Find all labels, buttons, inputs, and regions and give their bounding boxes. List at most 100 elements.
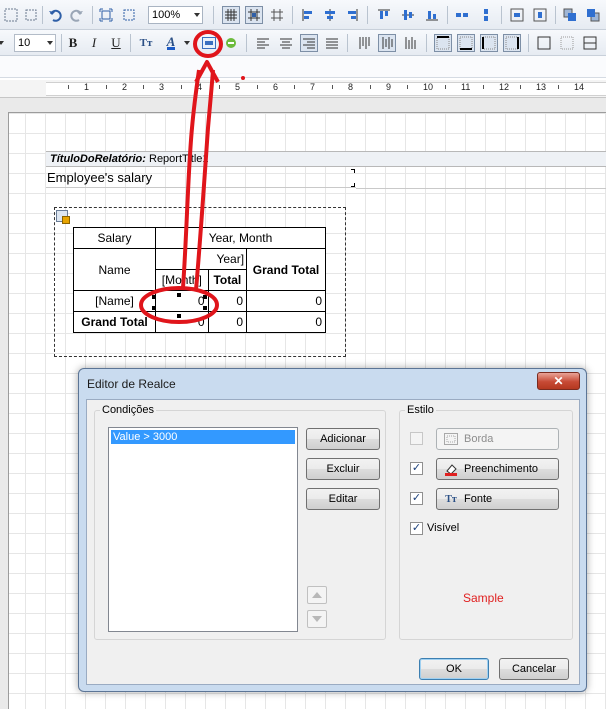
toolbar-format: 10 B I U Tт A [0, 30, 606, 56]
crosstab-table[interactable]: Salary Year, Month Name Year] Grand Tota… [73, 227, 326, 333]
highlight-editor-icon[interactable] [200, 34, 218, 52]
selection-handle[interactable] [152, 295, 156, 299]
move-down-button[interactable] [307, 610, 327, 628]
border-style-icon[interactable] [581, 34, 599, 52]
crosstab-data-cell[interactable]: 0 [207, 311, 248, 333]
font-button[interactable]: Tт Fonte [436, 488, 559, 510]
vertical-align-top-icon[interactable] [355, 34, 373, 52]
align-center-icon[interactable] [321, 6, 339, 24]
border-right-icon[interactable] [503, 34, 521, 52]
crosstab-month-cell[interactable]: [Month] [155, 269, 209, 291]
align-bottom-icon[interactable] [423, 6, 441, 24]
crosstab-corner-cell[interactable]: Salary [73, 227, 156, 249]
font-color-button[interactable]: A [162, 34, 180, 52]
cancel-button[interactable]: Cancelar [499, 658, 569, 680]
undo-icon[interactable] [46, 6, 64, 24]
ruler-tick [332, 85, 333, 89]
crosstab-year-cell[interactable]: Year] [154, 248, 248, 270]
condition-item[interactable]: Value > 3000 [111, 430, 295, 444]
crosstab-grand-total-header[interactable]: Grand Total [246, 248, 326, 291]
fit-grid-icon[interactable] [268, 6, 286, 24]
selection-handle[interactable] [203, 306, 207, 310]
center-horizontally-icon[interactable] [508, 6, 526, 24]
toolbar-empty-row [0, 56, 606, 78]
format-icon[interactable] [222, 34, 240, 52]
border-left-icon[interactable] [480, 34, 498, 52]
border-top-icon[interactable] [434, 34, 452, 52]
selection-handle[interactable] [177, 293, 181, 297]
text-align-right-icon[interactable] [300, 34, 318, 52]
crosstab-name-cell[interactable]: [Name] [73, 290, 156, 312]
border-button[interactable]: Borda [436, 428, 559, 450]
border-checkbox[interactable] [410, 432, 423, 445]
ruler-number: 10 [423, 82, 434, 92]
center-vertically-icon[interactable] [531, 6, 549, 24]
ruler-tick [219, 85, 220, 89]
ok-button[interactable]: OK [419, 658, 489, 680]
crosstab-data-cell[interactable]: 0 [207, 290, 248, 312]
crosstab-data-cell-selected[interactable]: 0 [155, 290, 209, 312]
fit-width-icon[interactable] [120, 6, 138, 24]
report-title-band-header[interactable]: TítuloDoRelatório: ReportTitle1 [46, 151, 606, 167]
font-name-dropdown-icon[interactable] [0, 34, 6, 52]
select-icon[interactable] [2, 6, 20, 24]
conditions-list[interactable]: Value > 3000 [108, 427, 298, 632]
border-all-icon[interactable] [535, 34, 553, 52]
edit-button[interactable]: Editar [306, 488, 380, 510]
fill-button[interactable]: Preenchimento [436, 458, 559, 480]
fill-checkbox[interactable]: ✓ [410, 462, 423, 475]
vertical-align-middle-icon[interactable] [378, 34, 396, 52]
font-size-combo[interactable]: 10 [14, 34, 56, 52]
selection-handle[interactable] [152, 306, 156, 310]
font-checkbox[interactable]: ✓ [410, 492, 423, 505]
move-up-button[interactable] [307, 586, 327, 604]
text-style-button[interactable]: Tт [137, 34, 155, 52]
send-to-back-icon[interactable] [584, 6, 602, 24]
crosstab-data-cell[interactable]: 0 [246, 311, 326, 333]
ruler-tick [407, 85, 408, 89]
zoom-combo[interactable]: 100% [148, 6, 203, 24]
separator [246, 34, 247, 52]
text-justify-icon[interactable] [323, 34, 341, 52]
bring-to-front-icon[interactable] [561, 6, 579, 24]
crosstab-column-header[interactable]: Year, Month [155, 227, 326, 249]
crosstab-data-cell[interactable]: 0 [246, 290, 326, 312]
snap-to-grid-icon[interactable] [245, 6, 263, 24]
redo-icon[interactable] [68, 6, 86, 24]
report-title-textbox[interactable]: Employee's salary [46, 168, 356, 188]
font-color-dropdown-icon[interactable] [182, 34, 192, 52]
crosstab-icon[interactable] [56, 210, 70, 224]
show-grid-icon[interactable] [222, 6, 240, 24]
align-right-icon[interactable] [343, 6, 361, 24]
align-middle-icon[interactable] [399, 6, 417, 24]
grid-snap-icon[interactable] [22, 6, 40, 24]
bold-button[interactable]: B [64, 34, 82, 52]
border-none-icon[interactable] [558, 34, 576, 52]
text-align-left-icon[interactable] [254, 34, 272, 52]
same-width-icon[interactable] [453, 6, 471, 24]
fit-page-icon[interactable] [97, 6, 115, 24]
selection-handle[interactable] [203, 295, 207, 299]
ruler-number: 12 [499, 82, 510, 92]
close-button[interactable]: ✕ [537, 372, 580, 390]
selection-handle[interactable] [177, 314, 181, 318]
crosstab-total-cell[interactable]: Total [207, 269, 248, 291]
crosstab-grand-total-row[interactable]: Grand Total [73, 311, 156, 333]
ruler-number: 3 [159, 82, 165, 92]
dialog-body: Condições Value > 3000 Adicionar Excluir… [86, 399, 580, 685]
underline-button[interactable]: U [107, 34, 125, 52]
visible-checkbox[interactable]: ✓ [410, 522, 423, 535]
vertical-align-bottom-icon[interactable] [401, 34, 419, 52]
separator [528, 34, 529, 52]
crosstab-data-cell[interactable]: 0 [155, 311, 209, 333]
align-left-icon[interactable] [299, 6, 317, 24]
italic-button[interactable]: I [85, 34, 103, 52]
crosstab-row-header[interactable]: Name [73, 248, 156, 291]
separator [213, 6, 214, 24]
same-height-icon[interactable] [477, 6, 495, 24]
delete-button[interactable]: Excluir [306, 458, 380, 480]
border-bottom-icon[interactable] [457, 34, 475, 52]
text-align-center-icon[interactable] [277, 34, 295, 52]
align-top-icon[interactable] [375, 6, 393, 24]
add-button[interactable]: Adicionar [306, 428, 380, 450]
